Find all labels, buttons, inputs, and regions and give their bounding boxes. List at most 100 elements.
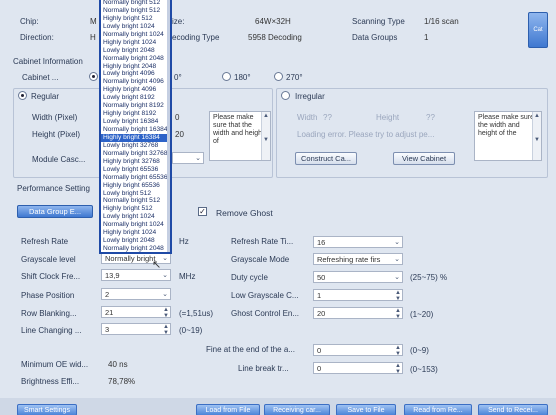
irregular-radio[interactable] xyxy=(281,91,290,100)
grayscale-mode-select[interactable]: Refreshing rate firs ⌄ xyxy=(313,253,403,265)
dropdown-option[interactable]: Lowly bright 8192 xyxy=(101,94,170,102)
irregular-width-value: ?? xyxy=(323,113,332,122)
dropdown-option[interactable]: Highly bright 2048 xyxy=(101,63,170,71)
dropdown-option[interactable]: Normally bright 32768 xyxy=(101,150,170,158)
dropdown-option[interactable]: Lowly bright 32768 xyxy=(101,142,170,150)
shift-clock-select[interactable]: 13,9 ⌄ xyxy=(101,269,171,281)
remove-ghost-label: Remove Ghost xyxy=(216,208,273,218)
spin-arrows-icon[interactable]: ▲ ▼ xyxy=(163,307,169,317)
fine-end-label: Fine at the end of the a... xyxy=(206,345,295,354)
spin-arrows-icon[interactable]: ▲ ▼ xyxy=(395,290,401,300)
remove-ghost-checkbox[interactable]: ✓ xyxy=(198,207,207,216)
spin-arrows-icon[interactable]: ▲ ▼ xyxy=(395,345,401,355)
corner-button[interactable]: Cat xyxy=(528,12,548,48)
dropdown-option[interactable]: Normally bright 65536 xyxy=(101,174,170,182)
regular-note-text: Please make sure that the width and heig… xyxy=(213,114,264,145)
dropdown-option[interactable]: Normally bright 512 xyxy=(101,0,170,7)
fine-end-hint: (0~9) xyxy=(410,346,429,355)
dropdown-option[interactable]: Normally bright 2048 xyxy=(101,245,170,252)
dropdown-option[interactable]: Highly bright 32768 xyxy=(101,158,170,166)
dropdown-option[interactable]: Normally bright 4096 xyxy=(101,78,170,86)
line-break-spinbox[interactable]: 0 ▲ ▼ xyxy=(313,362,403,374)
dropdown-option[interactable]: Normally bright 512 xyxy=(101,7,170,15)
dropdown-option[interactable]: Normally bright 2048 xyxy=(101,55,170,63)
load-from-file-button[interactable]: Load from File xyxy=(196,404,260,415)
chevron-down-icon: ⌄ xyxy=(162,272,168,279)
fine-end-spinbox[interactable]: 0 ▲ ▼ xyxy=(313,344,403,356)
cabinet-label: Cabinet ... xyxy=(22,73,59,82)
dropdown-option[interactable]: Lowly bright 1024 xyxy=(101,213,170,221)
irregular-note-text: Please make sure the width and height of… xyxy=(478,114,535,137)
dropdown-option[interactable]: Highly bright 1024 xyxy=(101,39,170,47)
dropdown-option[interactable]: Lowly bright 512 xyxy=(101,190,170,198)
spin-arrows-icon[interactable]: ▲ ▼ xyxy=(163,324,169,334)
min-oe-width-label: Minimum OE wid... xyxy=(21,360,89,369)
rotation-0-radio[interactable] xyxy=(89,72,98,81)
direction-value: H xyxy=(90,33,96,42)
spin-arrows-icon[interactable]: ▲ ▼ xyxy=(395,363,401,373)
dropdown-option[interactable]: Normally bright 1024 xyxy=(101,31,170,39)
send-to-receiver-button[interactable]: Send to Recei... xyxy=(478,404,548,415)
data-group-button[interactable]: Data Group E... xyxy=(17,205,93,218)
rotation-270-radio[interactable] xyxy=(274,72,283,81)
dropdown-option[interactable]: Lowly bright 65536 xyxy=(101,166,170,174)
dropdown-option[interactable]: Normally bright 1024 xyxy=(101,221,170,229)
scanning-type-label: Scanning Type xyxy=(352,17,405,26)
phase-position-label: Phase Position xyxy=(21,291,75,300)
save-to-file-button[interactable]: Save to File xyxy=(336,404,396,415)
refresh-rate-times-select[interactable]: 16 ⌄ xyxy=(313,236,403,248)
rotation-180-radio[interactable] xyxy=(222,72,231,81)
grayscale-level-dropdown-list[interactable]: Normally bright 512 Normally bright 512 Hi… xyxy=(99,0,172,254)
width-pixel-label: Width (Pixel) xyxy=(32,113,78,122)
line-changing-spinbox[interactable]: 3 ▲ ▼ xyxy=(101,323,171,335)
note-scrollbar[interactable]: ▲ ▼ xyxy=(532,112,541,160)
dropdown-option[interactable]: Highly bright 512 xyxy=(101,15,170,23)
spin-arrows-icon[interactable]: ▲ ▼ xyxy=(395,308,401,318)
phase-position-select[interactable]: 2 ⌄ xyxy=(101,288,171,300)
chevron-down-icon: ⌄ xyxy=(195,155,201,162)
construct-cabinet-button[interactable]: Construct Ca... xyxy=(295,152,357,165)
note-scrollbar[interactable]: ▲ ▼ xyxy=(261,112,270,160)
module-cascade-select[interactable]: ⌄ xyxy=(172,152,204,164)
dropdown-option[interactable]: Highly bright 1024 xyxy=(101,229,170,237)
dropdown-option[interactable]: Lowly bright 2048 xyxy=(101,47,170,55)
irregular-width-label: Width xyxy=(297,113,318,122)
low-grayscale-spinbox[interactable]: 1 ▲ ▼ xyxy=(313,289,403,301)
shift-clock-value: 13,9 xyxy=(105,271,120,280)
line-break-label: Line break tr... xyxy=(238,364,289,373)
dropdown-option[interactable]: Highly bright 8192 xyxy=(101,110,170,118)
dropdown-option[interactable]: Highly bright 16384 xyxy=(101,133,170,142)
receiving-card-button[interactable]: Receiving car... xyxy=(264,404,330,415)
read-from-receiver-button[interactable]: Read from Re... xyxy=(404,404,472,415)
duty-cycle-select[interactable]: 50 ⌄ xyxy=(313,271,403,283)
refresh-rate-times-label: Refresh Rate Ti... xyxy=(231,237,294,246)
dropdown-option[interactable]: Lowly bright 1024 xyxy=(101,23,170,31)
dropdown-option[interactable]: Normally bright 16384 xyxy=(101,126,170,134)
refresh-rate-times-value: 16 xyxy=(317,238,326,247)
dropdown-option[interactable]: Highly bright 512 xyxy=(101,205,170,213)
view-cabinet-button[interactable]: View Cabinet xyxy=(393,152,455,165)
brightness-efficiency-label: Brightness Effi... xyxy=(21,377,80,386)
chevron-down-icon: ⌄ xyxy=(162,255,168,262)
dropdown-option[interactable]: Lowly bright 2048 xyxy=(101,237,170,245)
smart-settings-button[interactable]: Smart Settings xyxy=(17,404,77,415)
dropdown-option[interactable]: Normally bright 8192 xyxy=(101,102,170,110)
regular-label: Regular xyxy=(31,92,60,101)
dropdown-option[interactable]: Lowly bright 16384 xyxy=(101,118,170,126)
dropdown-scrollbar[interactable] xyxy=(167,0,170,252)
irregular-note-box: Please make sure the width and height of… xyxy=(474,111,542,161)
dropdown-option[interactable]: Highly bright 4096 xyxy=(101,86,170,94)
dropdown-option[interactable]: Normally bright 512 xyxy=(101,197,170,205)
scanning-type-value: 1/16 scan xyxy=(424,17,459,26)
grayscale-mode-value: Refreshing rate firs xyxy=(317,255,381,264)
rotation-0-label: 0° xyxy=(174,73,182,82)
refresh-rate-label: Refresh Rate xyxy=(21,237,69,246)
row-blanking-spinbox[interactable]: 21 ▲ ▼ xyxy=(101,306,171,318)
regular-radio[interactable] xyxy=(18,91,27,100)
duty-cycle-hint: (25~75) % xyxy=(410,273,448,282)
dropdown-option[interactable]: Lowly bright 4096 xyxy=(101,70,170,78)
ghost-control-spinbox[interactable]: 20 ▲ ▼ xyxy=(313,307,403,319)
dropdown-option[interactable]: Highly bright 65536 xyxy=(101,182,170,190)
data-groups-value: 1 xyxy=(424,33,429,42)
grayscale-level-value: Normally bright xyxy=(105,254,156,263)
